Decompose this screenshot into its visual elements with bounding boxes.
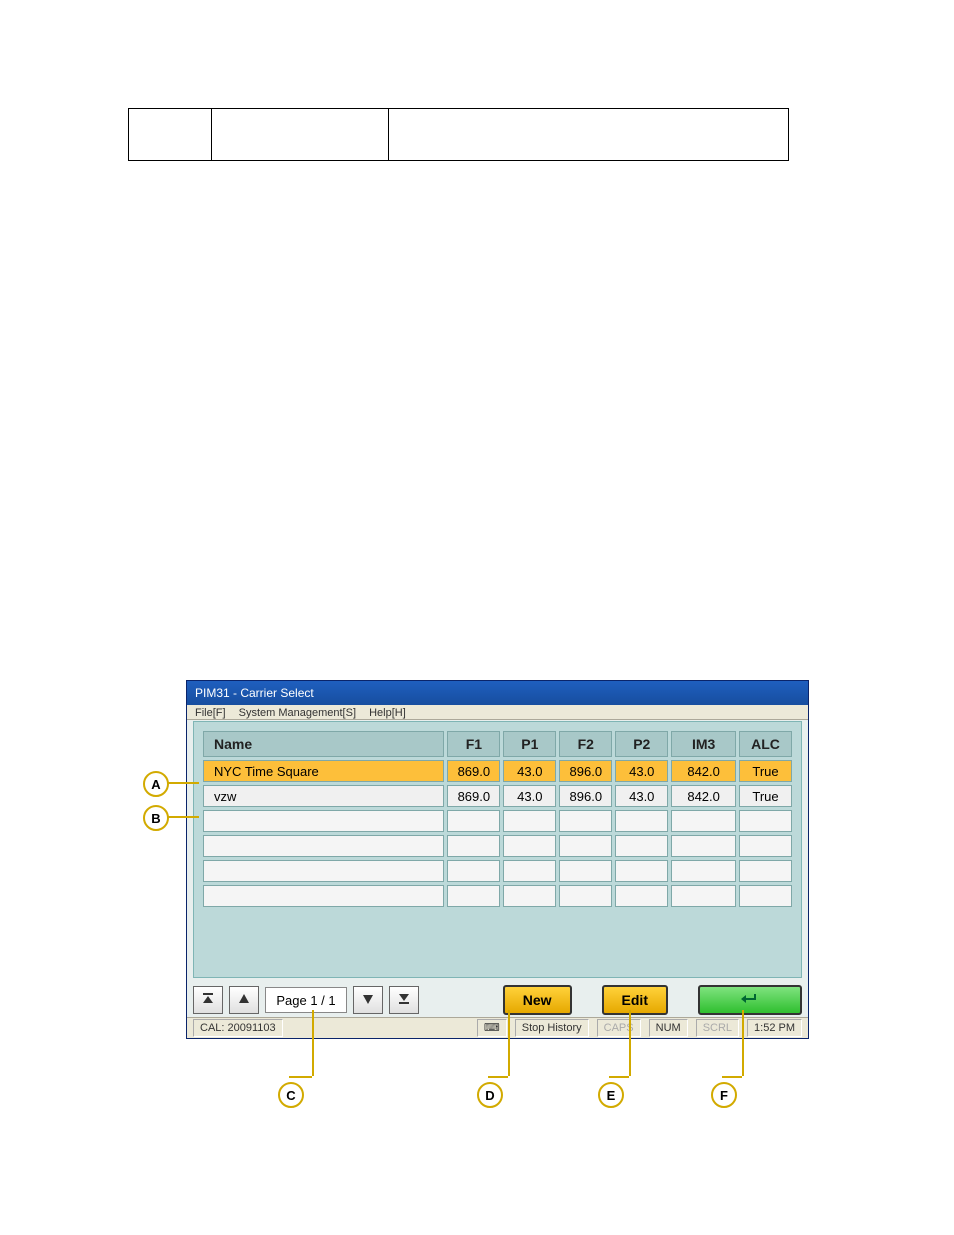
reference-table bbox=[128, 108, 789, 161]
callout-f-lead bbox=[742, 1010, 744, 1076]
callout-c-lead bbox=[312, 1010, 314, 1076]
col-alc: ALC bbox=[739, 731, 792, 757]
callout-d: D bbox=[477, 1082, 503, 1108]
status-history: Stop History bbox=[515, 1019, 589, 1037]
return-icon bbox=[739, 991, 761, 1010]
col-f1: F1 bbox=[447, 731, 500, 757]
status-scrl: SCRL bbox=[696, 1019, 739, 1037]
callout-d-lead bbox=[508, 1010, 510, 1076]
cell-p1: 43.0 bbox=[503, 785, 556, 807]
content-area: Name F1 P1 F2 P2 IM3 ALC NYC Time Square… bbox=[193, 721, 802, 978]
skip-up-icon bbox=[202, 993, 214, 1008]
triangle-up-icon bbox=[238, 993, 250, 1008]
callout-a: A bbox=[143, 771, 169, 797]
callout-e-lead bbox=[629, 1010, 631, 1076]
cell-f1: 869.0 bbox=[447, 785, 500, 807]
callout-b: B bbox=[143, 805, 169, 831]
cell-name: NYC Time Square bbox=[203, 760, 444, 782]
table-row-empty bbox=[203, 885, 792, 907]
menubar: File[F] System Management[S] Help[H] bbox=[187, 705, 808, 720]
edit-button-label: Edit bbox=[622, 992, 648, 1008]
new-button[interactable]: New bbox=[503, 985, 572, 1015]
table-row-empty bbox=[203, 860, 792, 882]
status-num: NUM bbox=[649, 1019, 688, 1037]
table-row-empty bbox=[203, 835, 792, 857]
status-time: 1:52 PM bbox=[747, 1019, 802, 1037]
callout-d-lead2 bbox=[488, 1076, 508, 1078]
cell-alc: True bbox=[739, 760, 792, 782]
page-first-button[interactable] bbox=[193, 986, 223, 1014]
status-caps: CAPS bbox=[597, 1019, 641, 1037]
table-row[interactable]: NYC Time Square 869.0 43.0 896.0 43.0 84… bbox=[203, 760, 792, 782]
menu-system[interactable]: System Management[S] bbox=[239, 707, 356, 719]
table-row[interactable]: vzw 869.0 43.0 896.0 43.0 842.0 True bbox=[203, 785, 792, 807]
cell-im3: 842.0 bbox=[671, 785, 736, 807]
callout-c-lead2 bbox=[289, 1076, 312, 1078]
status-bar: CAL: 20091103 ⌨ Stop History CAPS NUM SC… bbox=[187, 1017, 808, 1038]
col-f2: F2 bbox=[559, 731, 612, 757]
menu-file[interactable]: File[F] bbox=[195, 707, 226, 719]
app-window: PIM31 - Carrier Select File[F] System Ma… bbox=[186, 680, 809, 1039]
return-button[interactable] bbox=[698, 985, 802, 1015]
callout-e: E bbox=[598, 1082, 624, 1108]
table-row-empty bbox=[203, 810, 792, 832]
cell-name: vzw bbox=[203, 785, 444, 807]
cell-p1: 43.0 bbox=[503, 760, 556, 782]
ref-col2 bbox=[211, 109, 388, 161]
page-label: Page 1 / 1 bbox=[265, 987, 347, 1013]
callout-c: C bbox=[278, 1082, 304, 1108]
bottom-bar: Page 1 / 1 New Edit bbox=[193, 984, 802, 1016]
callout-f-lead2 bbox=[722, 1076, 742, 1078]
cell-f1: 869.0 bbox=[447, 760, 500, 782]
cell-alc: True bbox=[739, 785, 792, 807]
col-p2: P2 bbox=[615, 731, 668, 757]
callout-f: F bbox=[711, 1082, 737, 1108]
col-p1: P1 bbox=[503, 731, 556, 757]
cell-f2: 896.0 bbox=[559, 785, 612, 807]
status-cal: CAL: 20091103 bbox=[193, 1019, 283, 1037]
new-button-label: New bbox=[523, 992, 552, 1008]
callout-e-lead2 bbox=[609, 1076, 629, 1078]
edit-button[interactable]: Edit bbox=[602, 985, 668, 1015]
window-title: PIM31 - Carrier Select bbox=[187, 681, 808, 705]
carrier-table: Name F1 P1 F2 P2 IM3 ALC NYC Time Square… bbox=[200, 728, 795, 910]
header-row: Name F1 P1 F2 P2 IM3 ALC bbox=[203, 731, 792, 757]
menu-help[interactable]: Help[H] bbox=[369, 707, 406, 719]
ref-col1 bbox=[129, 109, 212, 161]
status-keyboard-icon: ⌨ bbox=[477, 1019, 507, 1037]
page-prev-button[interactable] bbox=[229, 986, 259, 1014]
cell-im3: 842.0 bbox=[671, 760, 736, 782]
cell-p2: 43.0 bbox=[615, 785, 668, 807]
callout-a-lead bbox=[167, 782, 199, 784]
col-im3: IM3 bbox=[671, 731, 736, 757]
ref-col3 bbox=[389, 109, 789, 161]
page-next-button[interactable] bbox=[353, 986, 383, 1014]
callout-b-lead bbox=[167, 816, 199, 818]
cell-f2: 896.0 bbox=[559, 760, 612, 782]
page-last-button[interactable] bbox=[389, 986, 419, 1014]
skip-down-icon bbox=[398, 993, 410, 1008]
cell-p2: 43.0 bbox=[615, 760, 668, 782]
triangle-down-icon bbox=[362, 993, 374, 1008]
col-name: Name bbox=[203, 731, 444, 757]
